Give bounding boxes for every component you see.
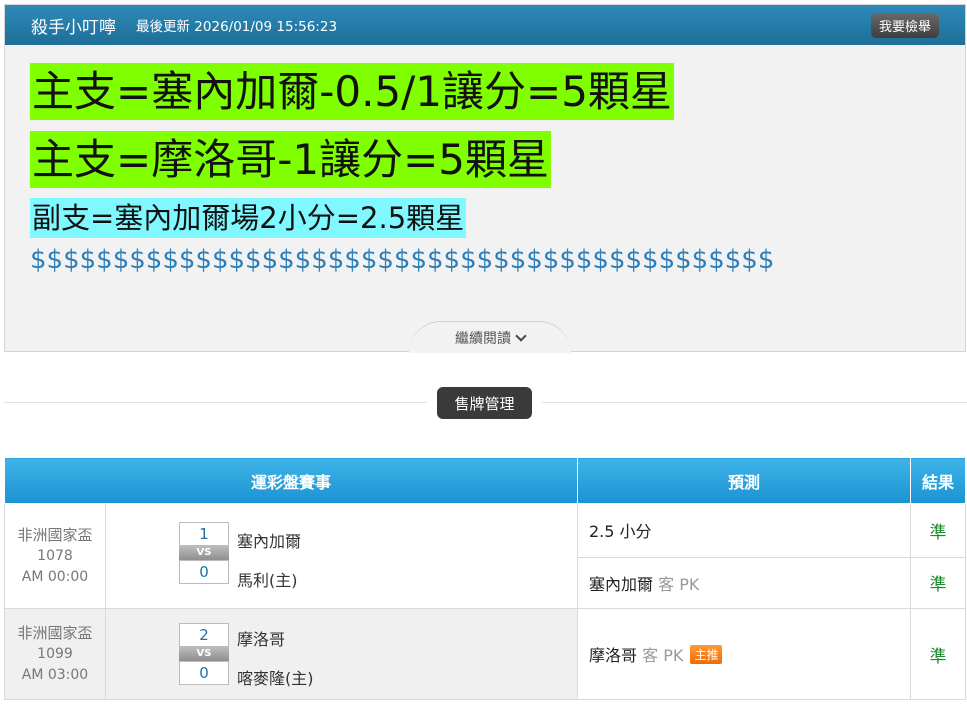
match-code: 1078 xyxy=(37,547,73,564)
prediction-cell: 2.5 小分 xyxy=(577,503,911,558)
team1-score: 2 xyxy=(179,623,229,647)
league-name: 非洲國家盃 xyxy=(17,525,93,544)
last-updated: 最後更新 2026/01/09 15:56:23 xyxy=(136,15,337,35)
read-more-button[interactable]: 繼續閱讀 xyxy=(409,321,571,353)
article-panel: 殺手小叮嚀 最後更新 2026/01/09 15:56:23 我要檢舉 主支=塞… xyxy=(4,4,966,353)
vs-label: VS xyxy=(179,546,229,560)
result-cell: 準 xyxy=(910,503,966,558)
prediction-text: 2.5 小分 xyxy=(589,522,652,542)
pick-line-2: 主支=摩洛哥-1讓分=5顆星 xyxy=(30,131,551,188)
prediction-team: 塞內加爾 xyxy=(589,574,654,594)
vs-label: VS xyxy=(179,647,229,661)
article-content: 主支=塞內加爾-0.5/1讓分=5顆星 主支=摩洛哥-1讓分=5顆星 副支=塞內… xyxy=(30,63,774,278)
score-box: 2 VS 0 xyxy=(179,623,229,685)
team2-name[interactable]: 馬利(主) xyxy=(237,567,298,591)
team2-name[interactable]: 喀麥隆(主) xyxy=(237,665,314,689)
pick-line-3: 副支=塞內加爾場2小分=2.5顆星 xyxy=(30,198,467,238)
pick-line-1: 主支=塞內加爾-0.5/1讓分=5顆星 xyxy=(30,63,674,120)
article-header: 殺手小叮嚀 最後更新 2026/01/09 15:56:23 我要檢舉 xyxy=(5,5,965,45)
league-cell: 非洲國家盃 1099 AM 03:00 xyxy=(4,608,106,700)
prediction-team: 摩洛哥 xyxy=(589,646,638,665)
match-time: AM 03:00 xyxy=(21,666,89,683)
chevron-down-icon xyxy=(515,329,527,342)
match-cell: 2 VS 0 摩洛哥 喀麥隆(主) xyxy=(105,608,578,700)
prediction-side: 客 xyxy=(642,646,659,665)
header-prediction: 預測 xyxy=(577,457,911,504)
match-time: AM 00:00 xyxy=(21,568,89,585)
team1-name[interactable]: 塞內加爾 xyxy=(237,528,301,552)
team2-score: 0 xyxy=(179,560,229,584)
prediction-line: PK xyxy=(663,646,684,665)
featured-pick-badge: 主推 xyxy=(690,645,723,664)
prediction-side: 客 xyxy=(658,574,675,594)
prediction-cell: 摩洛哥 客 PK 主推 xyxy=(577,608,911,700)
match-cell: 1 VS 0 塞內加爾 馬利(主) xyxy=(105,503,578,609)
prediction-cell: 塞內加爾 客 PK xyxy=(577,556,911,609)
result-cell: 準 xyxy=(910,556,966,609)
prediction-line: PK xyxy=(679,574,700,594)
team1-score: 1 xyxy=(179,522,229,546)
table-header-row: 運彩盤賽事 預測 結果 xyxy=(4,457,966,504)
league-cell: 非洲國家盃 1078 AM 00:00 xyxy=(4,503,106,609)
sales-management-button[interactable]: 售牌管理 xyxy=(437,387,532,419)
league-name: 非洲國家盃 xyxy=(17,623,93,642)
score-box: 1 VS 0 xyxy=(179,522,229,584)
team2-score: 0 xyxy=(179,661,229,685)
author-name[interactable]: 殺手小叮嚀 xyxy=(31,13,116,38)
header-match: 運彩盤賽事 xyxy=(4,457,578,504)
updated-label: 最後更新 xyxy=(136,19,190,35)
result-cell: 準 xyxy=(910,608,966,700)
header-result: 結果 xyxy=(910,457,966,504)
team1-name[interactable]: 摩洛哥 xyxy=(237,626,285,650)
report-button[interactable]: 我要檢舉 xyxy=(870,13,939,38)
prediction-table: 運彩盤賽事 預測 結果 非洲國家盃 1078 AM 00:00 1 VS 0 塞… xyxy=(4,457,966,700)
updated-time: 2026/01/09 15:56:23 xyxy=(194,19,338,35)
table-row: 非洲國家盃 1078 AM 00:00 1 VS 0 塞內加爾 馬利(主) 2.… xyxy=(4,503,966,609)
read-more-label: 繼續閱讀 xyxy=(455,330,511,347)
match-code: 1099 xyxy=(37,645,73,662)
table-row: 非洲國家盃 1099 AM 03:00 2 VS 0 摩洛哥 喀麥隆(主) 摩洛… xyxy=(4,608,966,700)
dollar-line: $$$$$$$$$$$$$$$$$$$$$$$$$$$$$$$$$$$$$$$$… xyxy=(30,245,775,275)
